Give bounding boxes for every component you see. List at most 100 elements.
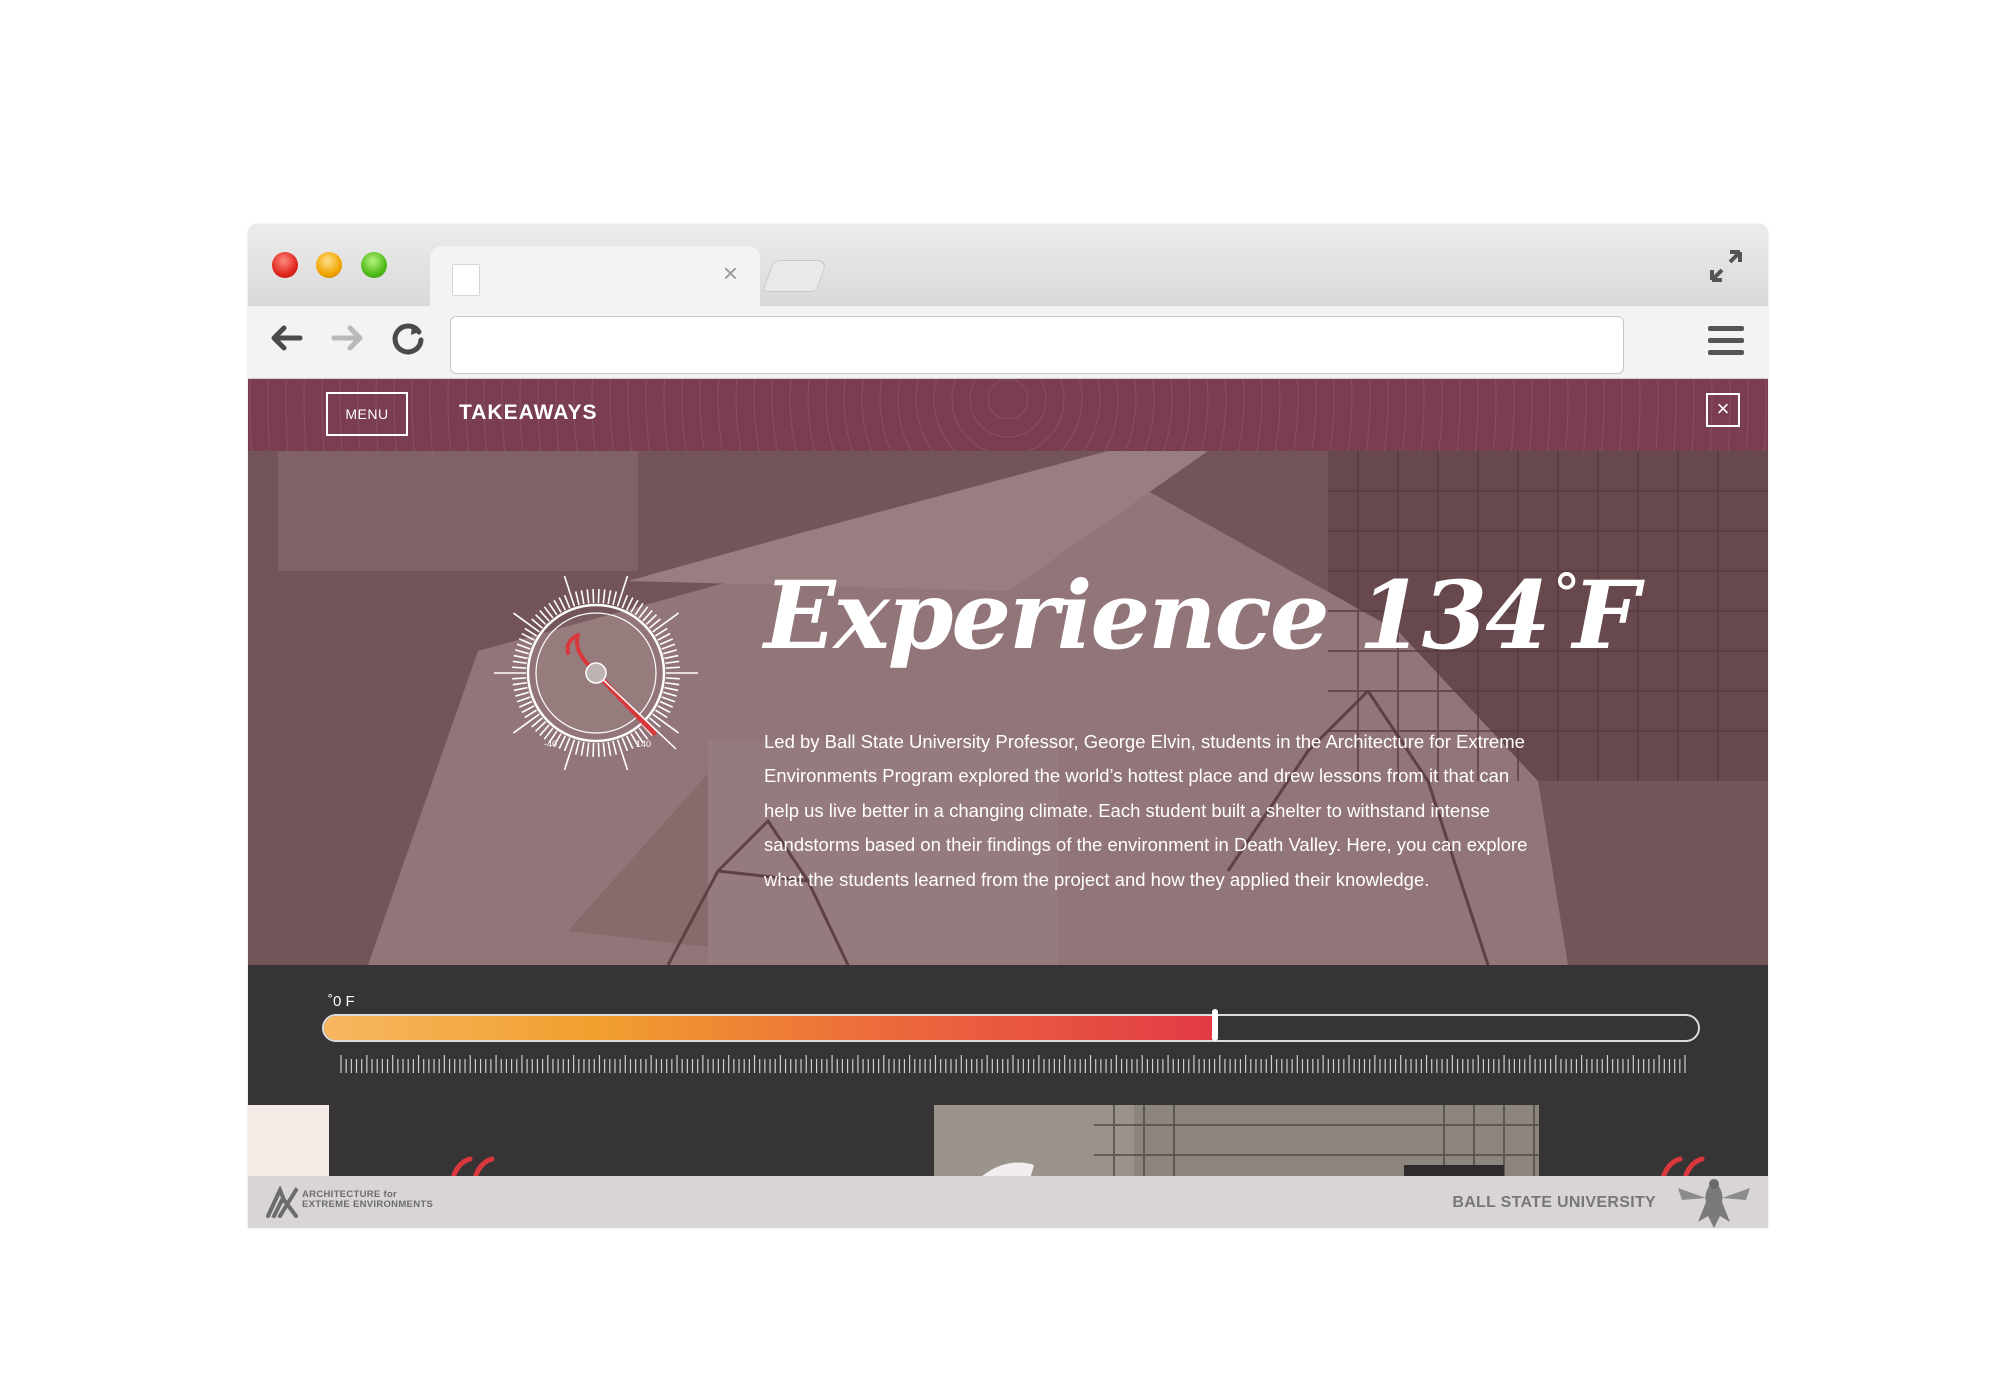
- reload-icon[interactable]: [388, 318, 428, 365]
- header-ring: [987, 379, 1029, 420]
- gauge-tick: [563, 575, 576, 607]
- gauge-tick: [661, 643, 676, 650]
- fullscreen-icon[interactable]: [1708, 248, 1744, 290]
- header-ring: [429, 379, 1587, 451]
- menu-button[interactable]: MENU: [326, 392, 408, 436]
- header-ring: [591, 379, 1425, 451]
- close-window-button[interactable]: [272, 252, 298, 278]
- gauge-tick: [602, 742, 606, 757]
- temperature-scale-ticks: [340, 1055, 1686, 1073]
- page-icon: [452, 264, 480, 296]
- headline-unit: F: [1572, 561, 1640, 671]
- header-ring: [951, 379, 1065, 451]
- section-title: TAKEAWAYS: [459, 401, 598, 424]
- hamburger-menu-icon[interactable]: [1708, 326, 1744, 362]
- gauge-tick: [602, 589, 606, 604]
- address-bar[interactable]: [450, 316, 1624, 374]
- header-ring: [843, 379, 1173, 451]
- header-ring: [501, 379, 1515, 451]
- back-arrow-icon[interactable]: [266, 318, 306, 365]
- gauge-tick: [580, 741, 585, 756]
- gauge-tick: [659, 700, 674, 708]
- bsu-cardinal-logo-icon[interactable]: [1678, 1172, 1750, 1228]
- gauge-tick: [665, 660, 680, 665]
- header-ring: [681, 379, 1335, 451]
- temperature-slider-fill: [324, 1016, 1218, 1040]
- gauge-tick: [665, 677, 680, 680]
- gauge-tick: [513, 686, 528, 692]
- header-ring: [735, 379, 1281, 451]
- gauge-tick: [665, 666, 680, 669]
- hero-section: -40 140 Experience 134°F Led by Ball Sta…: [248, 451, 1768, 965]
- new-tab-button[interactable]: [762, 260, 828, 292]
- gauge-tick: [659, 638, 674, 646]
- browser-toolbar: [248, 306, 1768, 379]
- gauge-tick: [665, 681, 680, 686]
- gauge-tick: [521, 705, 535, 714]
- forward-arrow-icon[interactable]: [328, 318, 368, 365]
- gauge-tick: [625, 735, 634, 749]
- temperature-slider-thumb[interactable]: [1212, 1009, 1219, 1041]
- gauge-tick: [664, 686, 679, 692]
- gauge-tick: [512, 677, 527, 680]
- gauge-min-label: -40: [544, 739, 557, 749]
- gauge-tick: [563, 594, 571, 609]
- thermometer-gauge-icon: -40 140: [494, 575, 698, 771]
- gauge-tick: [524, 709, 538, 719]
- site-header: MENU TAKEAWAYS ×: [248, 379, 1768, 451]
- header-ring: [483, 379, 1533, 451]
- gauge-tick: [518, 638, 533, 646]
- gauge-tick: [521, 632, 535, 641]
- gauge-tick: [516, 643, 531, 650]
- page-viewport: MENU TAKEAWAYS × -40 140 Experience 134°…: [248, 379, 1768, 1228]
- headline-degree: °: [1552, 563, 1581, 628]
- gauge-tick: [657, 632, 671, 641]
- tab-close-icon[interactable]: ×: [723, 260, 738, 286]
- bsu-name: BALL STATE UNIVERSITY: [1452, 1194, 1656, 1211]
- header-ring: [753, 379, 1263, 451]
- header-ring: [897, 379, 1119, 451]
- header-ring: [699, 379, 1317, 451]
- temperature-label: ˚0 F: [328, 993, 355, 1010]
- gauge-tick: [607, 590, 612, 605]
- gauge-tick: [657, 705, 671, 714]
- aee-logo-line2: EXTREME ENVIRONMENTS: [302, 1199, 434, 1210]
- close-icon[interactable]: ×: [1706, 393, 1740, 427]
- headline-main: Experience 134: [764, 561, 1551, 671]
- gauge-tick: [512, 660, 527, 665]
- gauge-tick: [553, 599, 562, 613]
- zoom-window-button[interactable]: [361, 252, 387, 278]
- gauge-max-label: 140: [636, 739, 651, 749]
- browser-titlebar: ×: [248, 224, 1768, 306]
- gauge-tick: [518, 700, 533, 708]
- aee-logo-text: ARCHITECTURE for EXTREME ENVIRONMENTS: [302, 1190, 433, 1210]
- minimize-window-button[interactable]: [316, 252, 342, 278]
- browser-window: × MENU TAKEAWAYS × -40 140 Experience 13…: [248, 224, 1768, 1228]
- gauge-tick: [663, 649, 677, 655]
- header-ring: [447, 379, 1569, 451]
- temperature-slider-track[interactable]: [322, 1014, 1700, 1042]
- hero-intro-text: Led by Ball State University Professor, …: [764, 730, 1528, 890]
- gauge-tick: [515, 649, 529, 655]
- gauge-tick: [625, 597, 634, 611]
- header-ring: [573, 379, 1443, 451]
- gauge-tick: [512, 681, 527, 686]
- gauge-tick: [574, 591, 580, 606]
- header-ring: [789, 379, 1227, 451]
- gauge-tick: [612, 591, 618, 606]
- header-ring: [915, 379, 1101, 451]
- temperature-panel: ˚0 F: [248, 965, 1768, 1105]
- gauge-tick: [513, 654, 528, 660]
- gauge-tick: [586, 742, 590, 757]
- gauge-tick: [607, 741, 612, 756]
- header-ring: [933, 379, 1083, 451]
- aee-logo-icon[interactable]: [266, 1186, 298, 1218]
- gauge-tick: [512, 666, 527, 669]
- gauge-tick: [516, 696, 531, 703]
- gauge-tick: [515, 691, 529, 697]
- gauge-tick: [616, 739, 629, 771]
- browser-tab[interactable]: ×: [430, 246, 760, 306]
- gauge-tick: [563, 737, 571, 752]
- gauge-tick: [616, 575, 629, 607]
- header-ring: [663, 379, 1353, 451]
